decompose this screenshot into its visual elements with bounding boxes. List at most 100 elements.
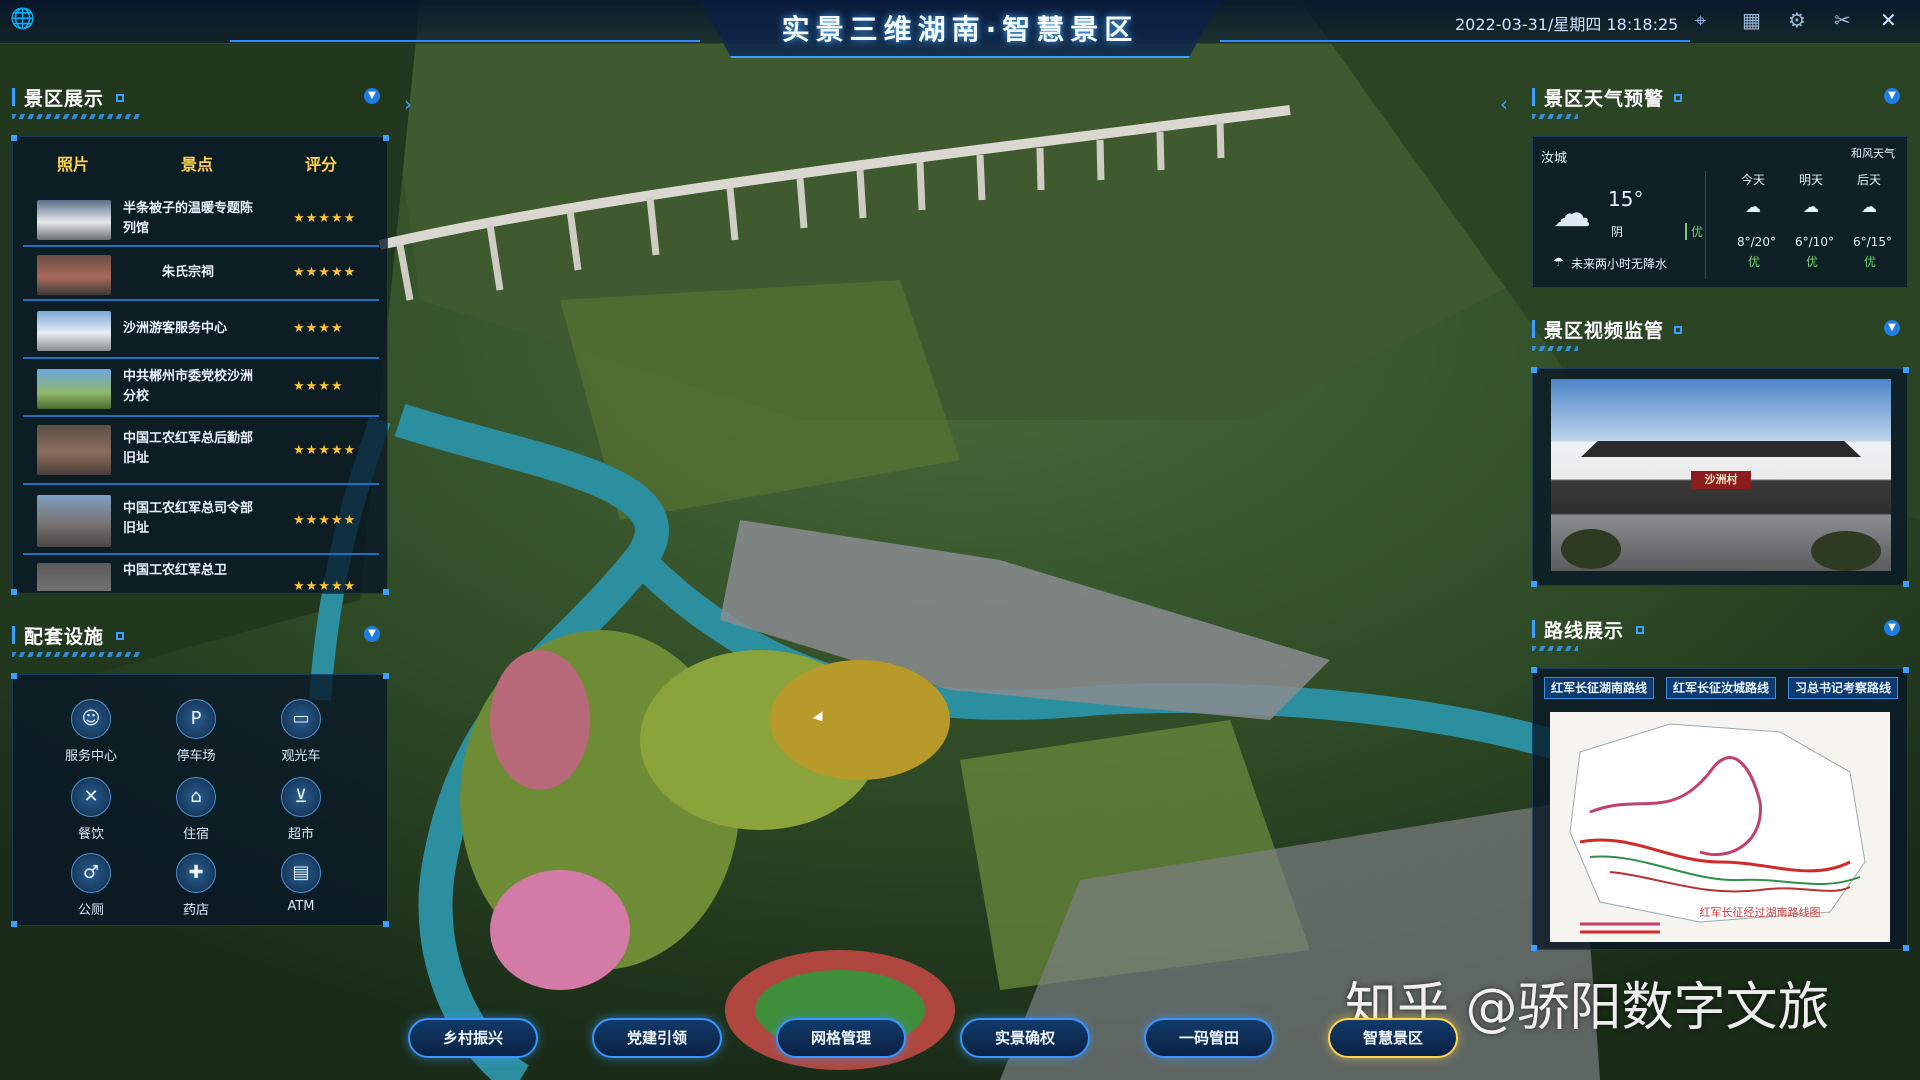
spot-rating: ★★★★★: [293, 443, 357, 458]
weather-card: 汝城 ☁ 15° 阴 优 ☂ 未来两小时无降水 和风天气 今天 明天 后天 ☁ …: [1532, 136, 1908, 288]
layers-icon[interactable]: ▦: [1742, 8, 1761, 32]
collapse-icon[interactable]: ▼: [1884, 320, 1900, 336]
weather-source: 和风天气: [1851, 147, 1895, 160]
forecast-aqi: 优: [1748, 255, 1761, 269]
weather-panel-title: 景区天气预警: [1544, 88, 1665, 110]
spot-photo: [37, 563, 111, 591]
weather-panel-header: 景区天气预警 ▼: [1532, 82, 1902, 119]
weather-temp: 15°: [1608, 187, 1644, 211]
spot-name: 中国工农红军总卫: [123, 563, 228, 578]
cloud-icon: ☁: [1553, 191, 1591, 235]
forecast-day: 明天: [1799, 173, 1824, 187]
globe-icon[interactable]: 🌐: [10, 6, 35, 30]
header-decor-right: [1220, 40, 1690, 42]
spot-rating: ★★★★★: [293, 265, 357, 280]
facility-dining[interactable]: ✕ 餐饮: [56, 777, 126, 842]
collapse-icon[interactable]: ▼: [364, 88, 380, 104]
route-tab-inspection[interactable]: 习总书记考察路线: [1788, 677, 1899, 699]
video-sign: 沙洲村: [1691, 471, 1751, 489]
spot-rating: ★★★★: [293, 379, 344, 394]
settings-icon[interactable]: ⚙: [1788, 8, 1806, 32]
datetime-display: 2022-03-31/星期四 18:18:25: [1455, 15, 1679, 34]
collapse-icon[interactable]: ▼: [1884, 620, 1900, 636]
facility-sightseeing-bus[interactable]: ▭ 观光车: [266, 699, 336, 764]
title-plate: 实景三维湖南·智慧景区: [700, 0, 1220, 58]
spot-photo: [37, 369, 111, 409]
route-map[interactable]: 红军长征经过湖南路线图: [1550, 712, 1890, 942]
cloud-icon: ☁: [1745, 197, 1761, 216]
forecast-day: 后天: [1857, 173, 1882, 187]
col-spot: 景点: [181, 155, 214, 174]
rain-note: 未来两小时无降水: [1571, 257, 1668, 271]
facility-parking[interactable]: P 停车场: [161, 699, 231, 764]
spot-name: 中共郴州市委党校沙洲分校: [123, 369, 254, 404]
collapse-icon[interactable]: ▼: [364, 626, 380, 642]
col-rating: 评分: [305, 155, 338, 174]
spot-name: 沙洲游客服务中心: [123, 321, 228, 336]
video-panel-title: 景区视频监管: [1544, 320, 1665, 342]
weather-condition: 阴: [1611, 225, 1624, 239]
bed-icon: ⌂: [176, 777, 216, 817]
weather-city: 汝城: [1541, 151, 1568, 166]
forecast-range: 6°/15°: [1853, 235, 1892, 249]
spot-photo: [37, 425, 111, 475]
umbrella-icon: ☂: [1553, 255, 1564, 269]
route-panel-header: 路线展示 ▼: [1532, 614, 1902, 651]
video-feed[interactable]: 沙洲村: [1551, 379, 1891, 571]
facility-pharmacy[interactable]: ✚ 药店: [161, 853, 231, 918]
scenic-panel-header: 景区展示 ▼: [12, 82, 382, 119]
table-row[interactable]: 中共郴州市委党校沙洲分校 ★★★★: [23, 361, 379, 417]
nav-land-rights[interactable]: 实景确权: [960, 1018, 1090, 1058]
location-icon[interactable]: ⌖: [1695, 8, 1706, 32]
chevron-right-icon[interactable]: ›: [404, 92, 412, 116]
video-panel-header: 景区视频监管 ▼: [1532, 314, 1902, 351]
spot-rating: ★★★★: [293, 321, 344, 336]
table-row[interactable]: 朱氏宗祠 ★★★★★: [23, 249, 379, 301]
facility-supermarket[interactable]: ⊻ 超市: [266, 777, 336, 842]
spot-name: 朱氏宗祠: [161, 265, 214, 280]
spot-name: 中国工农红军总司令部旧址: [123, 501, 254, 536]
parking-icon: P: [176, 699, 216, 739]
nav-grid-management[interactable]: 网格管理: [776, 1018, 906, 1058]
table-row[interactable]: 中国工农红军总卫 ★★★★★: [23, 557, 379, 591]
table-row[interactable]: 中国工农红军总后勤部旧址 ★★★★★: [23, 419, 379, 485]
route-tab-rucheng[interactable]: 红军长征汝城路线: [1666, 677, 1777, 699]
table-row[interactable]: 半条被子的温暖专题陈列馆 ★★★★★: [23, 193, 379, 247]
table-row[interactable]: 沙洲游客服务中心 ★★★★: [23, 303, 379, 359]
spot-rating: ★★★★★: [293, 211, 357, 226]
person-icon: ☺: [71, 699, 111, 739]
facility-service-center[interactable]: ☺ 服务中心: [56, 699, 126, 764]
forecast-day: 今天: [1741, 173, 1766, 187]
nav-field-code[interactable]: 一码管田: [1144, 1018, 1274, 1058]
col-photo: 照片: [57, 155, 90, 174]
facilities-grid: ☺ 服务中心 P 停车场 ▭ 观光车 ✕ 餐饮 ⌂ 住宿 ⊻ 超市 ♂ 公厕 ✚ 药店 ▤ ATM: [11, 673, 389, 927]
facilities-panel-title: 配套设施: [24, 626, 105, 648]
forecast-aqi: 优: [1806, 255, 1819, 269]
nav-party-building[interactable]: 党建引领: [592, 1018, 722, 1058]
pharmacy-icon: ✚: [176, 853, 216, 893]
forecast-range: 8°/20°: [1737, 235, 1776, 249]
route-tab-hunan[interactable]: 红军长征湖南路线: [1544, 677, 1655, 699]
spot-rating: ★★★★★: [293, 579, 357, 591]
weather-aqi: 优: [1685, 223, 1703, 240]
spot-name: 中国工农红军总后勤部旧址: [123, 431, 254, 466]
spot-photo: [37, 495, 111, 547]
close-icon[interactable]: ✕: [1880, 8, 1897, 32]
cloud-icon: ☁: [1803, 197, 1819, 216]
collapse-icon[interactable]: ▼: [1884, 88, 1900, 104]
table-row[interactable]: 中国工农红军总司令部旧址 ★★★★★: [23, 487, 379, 555]
forecast-range: 6°/10°: [1795, 235, 1834, 249]
facility-lodging[interactable]: ⌂ 住宿: [161, 777, 231, 842]
facility-restroom[interactable]: ♂ 公厕: [56, 853, 126, 918]
facility-atm[interactable]: ▤ ATM: [266, 853, 336, 914]
chevron-left-icon[interactable]: ‹: [1500, 92, 1508, 116]
route-panel-title: 路线展示: [1544, 620, 1625, 642]
tools-icon[interactable]: ✂: [1834, 8, 1851, 32]
bus-icon: ▭: [281, 699, 321, 739]
cart-icon: ⊻: [281, 777, 321, 817]
nav-rural-revitalization[interactable]: 乡村振兴: [408, 1018, 538, 1058]
video-frame[interactable]: 沙洲村: [1531, 367, 1909, 587]
header-decor-left: [230, 40, 700, 42]
nav-smart-scenic[interactable]: 智慧景区: [1328, 1018, 1458, 1058]
spot-photo: [37, 255, 111, 295]
